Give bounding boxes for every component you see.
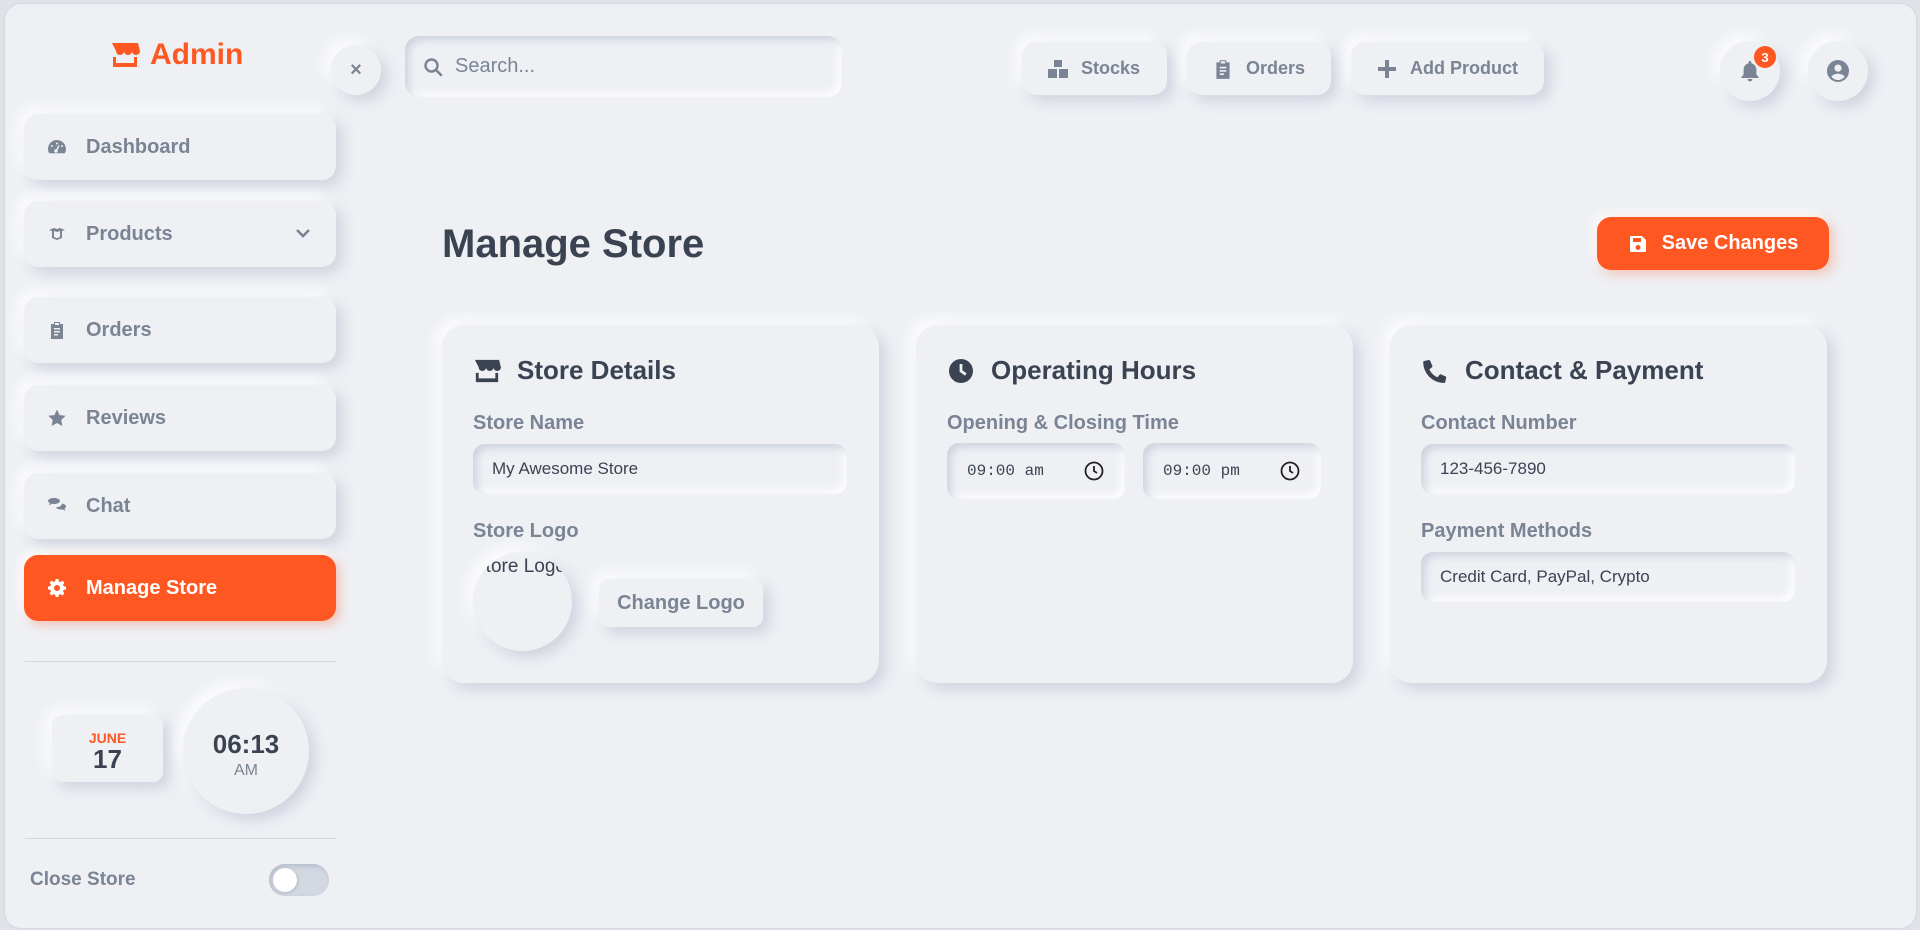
closing-time-input[interactable]: 09:00 pm (1143, 443, 1321, 499)
add-product-button[interactable]: Add Product (1351, 42, 1544, 95)
date-widget: JUNE 17 (52, 715, 163, 782)
boxes-stacked-icon (1048, 59, 1068, 78)
boxes-icon (46, 223, 68, 245)
toggle-knob (273, 868, 297, 892)
sidebar-item-label: Dashboard (86, 135, 191, 158)
operating-hours-header: Operating Hours (947, 355, 1196, 386)
card-title: Operating Hours (991, 355, 1197, 385)
store-details-card: Store Details Store Name My Awesome Stor… (442, 325, 879, 683)
contact-payment-header: Contact & Payment (1421, 355, 1703, 386)
store-name-label: Store Name (473, 412, 585, 434)
sidebar-item-label: Manage Store (86, 576, 218, 599)
notification-badge: 3 (1754, 46, 1776, 68)
sidebar-item-manage-store[interactable]: Manage Store (24, 555, 336, 621)
clock-icon (949, 358, 973, 383)
notifications-button[interactable]: 3 (1720, 41, 1780, 101)
close-icon: × (350, 58, 362, 81)
contact-number-label: Contact Number (1421, 412, 1577, 434)
store-logo-label: Store Logo (473, 520, 579, 542)
clipboard-icon (1216, 59, 1230, 79)
clipboard-icon (46, 319, 68, 341)
orders-button[interactable]: Orders (1187, 42, 1331, 95)
stocks-label: Stocks (1081, 58, 1141, 78)
save-changes-button[interactable]: Save Changes (1597, 217, 1829, 270)
store-name-input[interactable]: My Awesome Store (473, 444, 847, 494)
closing-time-value: 09:00 pm (1163, 462, 1240, 480)
star-icon (46, 407, 68, 429)
close-sidebar-button[interactable]: × (331, 45, 381, 95)
sidebar-item-orders[interactable]: Orders (24, 297, 336, 363)
comments-icon (46, 495, 68, 517)
sidebar-item-label: Orders (86, 318, 152, 341)
account-button[interactable] (1808, 41, 1868, 101)
search-bar (405, 36, 842, 97)
sidebar-item-label: Chat (86, 494, 131, 517)
store-icon (112, 43, 140, 67)
gauge-icon (46, 136, 68, 158)
contact-number-input[interactable]: 123-456-7890 (1421, 444, 1795, 494)
payment-methods-input[interactable]: Credit Card, PayPal, Crypto (1421, 552, 1795, 602)
clock-ampm: AM (234, 762, 258, 779)
sidebar-item-reviews[interactable]: Reviews (24, 385, 336, 451)
clock-icon[interactable] (1279, 460, 1301, 482)
orders-label: Orders (1246, 58, 1306, 78)
add-product-label: Add Product (1410, 58, 1518, 78)
card-title: Contact & Payment (1465, 355, 1704, 385)
phone-icon (1423, 359, 1447, 383)
opening-closing-label: Opening & Closing Time (947, 412, 1179, 434)
close-store-toggle[interactable] (269, 864, 329, 896)
clock-icon[interactable] (1083, 460, 1105, 482)
store-logo-alt: Store Logo (473, 556, 566, 577)
sidebar-item-chat[interactable]: Chat (24, 473, 336, 539)
brand-logo[interactable]: Admin (110, 38, 243, 72)
chevron-down-icon[interactable] (294, 224, 314, 244)
user-circle-icon (1827, 60, 1849, 82)
date-day: 17 (93, 744, 122, 774)
sidebar-item-products[interactable]: Products (24, 201, 336, 267)
sidebar-item-label: Products (86, 222, 173, 245)
sidebar-divider (25, 661, 336, 662)
plus-icon (1378, 59, 1396, 78)
clock-time: 06:13 (212, 729, 280, 759)
store-logo-image: Store Logo (473, 552, 572, 651)
close-store-label: Close Store (30, 869, 136, 890)
brand-name: Admin (150, 38, 244, 71)
sidebar-divider (25, 838, 336, 839)
app-frame: Admin Dashboard Products Orders Reviews … (5, 4, 1916, 928)
opening-time-input[interactable]: 09:00 am (947, 443, 1125, 499)
page-title: Manage Store (442, 222, 705, 266)
gear-icon (46, 577, 68, 599)
save-icon (1629, 235, 1646, 252)
search-icon (424, 57, 443, 76)
sidebar-item-dashboard[interactable]: Dashboard (24, 114, 336, 180)
operating-hours-card: Operating Hours Opening & Closing Time 0… (916, 325, 1353, 683)
sidebar-item-label: Reviews (86, 406, 167, 429)
contact-payment-card: Contact & Payment Contact Number 123-456… (1390, 325, 1827, 683)
store-details-header: Store Details (473, 355, 676, 386)
stocks-button[interactable]: Stocks (1022, 42, 1167, 95)
card-title: Store Details (517, 355, 676, 385)
payment-methods-label: Payment Methods (1421, 520, 1593, 542)
opening-time-value: 09:00 am (967, 462, 1044, 480)
change-logo-button[interactable]: Change Logo (599, 579, 763, 627)
clock-widget: 06:13 AM (183, 688, 309, 814)
search-input[interactable] (455, 55, 815, 78)
store-icon (474, 359, 501, 382)
save-label: Save Changes (1661, 232, 1799, 254)
